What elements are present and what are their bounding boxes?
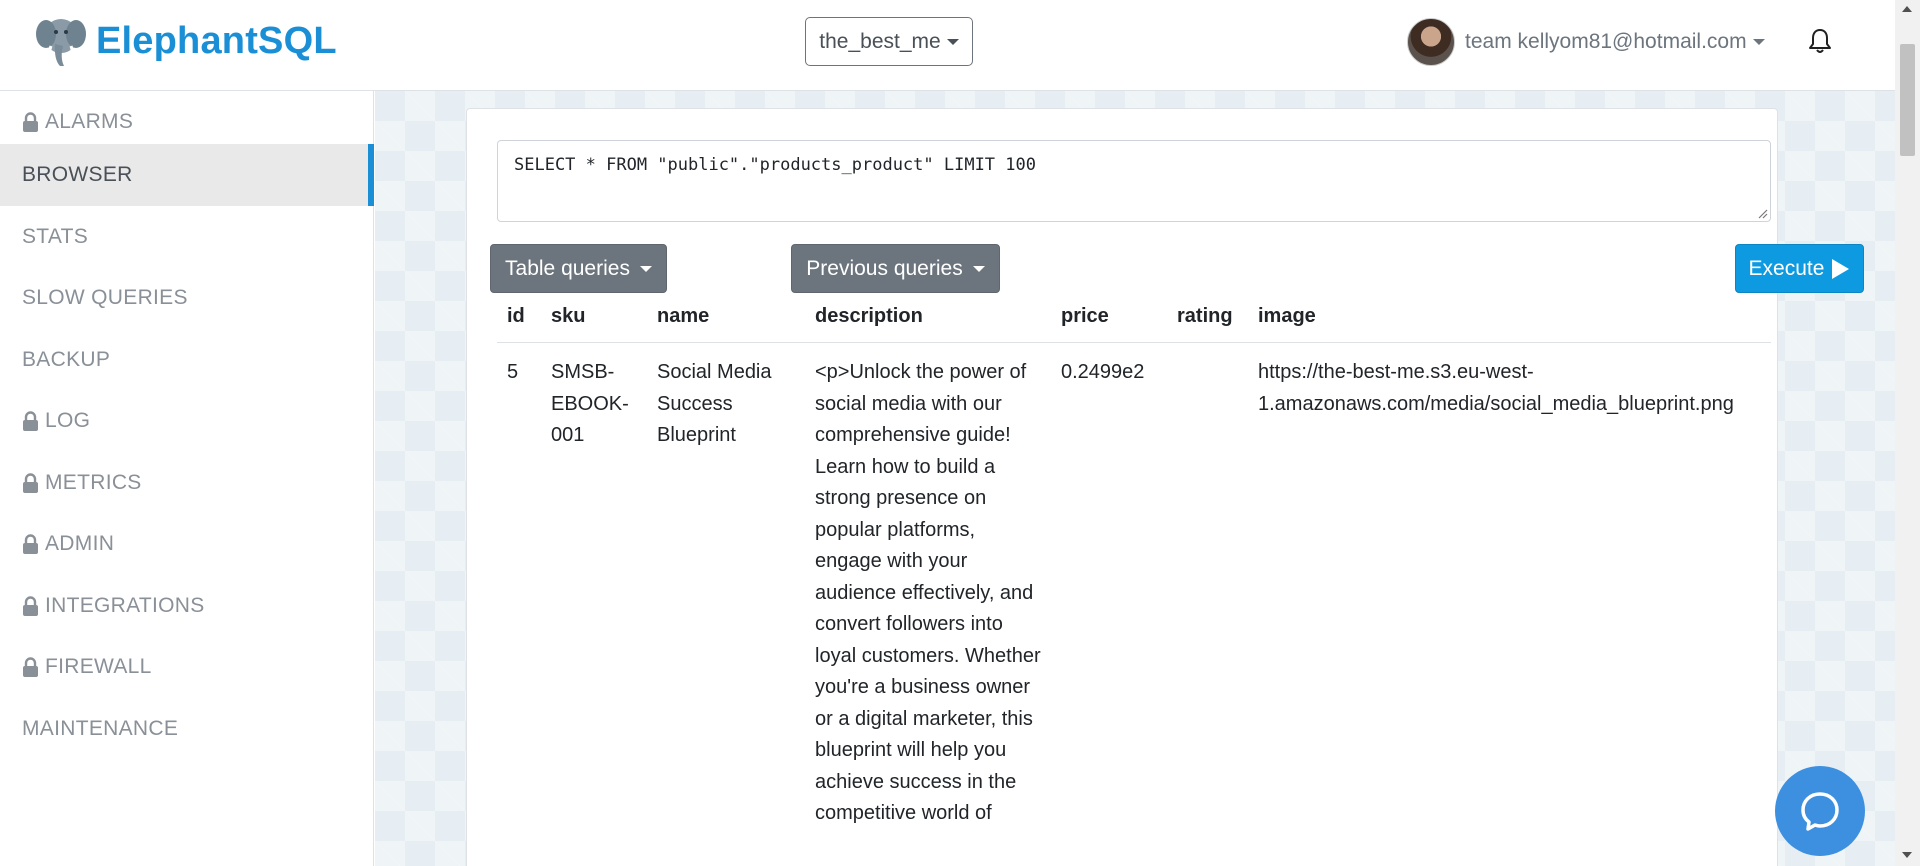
chat-button[interactable] [1775,766,1865,856]
query-card: SELECT * FROM "public"."products_product… [466,108,1864,866]
user-label: team kellyom81@hotmail.com [1465,30,1747,53]
results-table: id sku name description price rating ima… [497,291,1771,844]
column-header-sku[interactable]: sku [541,291,647,343]
sidebar-item-stats[interactable]: STATS [0,206,374,268]
column-header-image[interactable]: image [1248,291,1771,343]
scroll-thumb[interactable] [1900,44,1915,156]
lock-icon [23,595,38,616]
sidebar-item-metrics[interactable]: METRICS [0,452,374,514]
sidebar-item-label: ALARMS [45,110,134,133]
top-header: ElephantSQL the_best_me team kellyom81@h… [0,0,1895,91]
table-row: 5 SMSB-EBOOK-001 Social Media Success Bl… [497,343,1771,844]
sidebar-item-firewall[interactable]: FIREWALL [0,636,374,698]
lock-icon [23,656,38,677]
sidebar-item-admin[interactable]: ADMIN [0,513,374,575]
sidebar-item-integrations[interactable]: INTEGRATIONS [0,575,374,637]
chat-icon [1801,792,1839,831]
scroll-up-icon[interactable] [1902,6,1912,12]
execute-label: Execute [1748,256,1825,280]
previous-queries-button[interactable]: Previous queries [791,244,1000,293]
sidebar-item-label: BACKUP [22,348,111,371]
cell-name: Social Media Success Blueprint [657,361,772,446]
page-scrollbar[interactable] [1895,0,1920,866]
main-content: SELECT * FROM "public"."products_product… [375,91,1895,866]
sidebar-item-label: SLOW QUERIES [22,286,188,309]
sql-query-input[interactable]: SELECT * FROM "public"."products_product… [497,140,1771,222]
sidebar: ALARMS BROWSER STATS SLOW QUERIES BACKUP… [0,91,374,866]
sidebar-item-maintenance[interactable]: MAINTENANCE [0,698,374,760]
avatar [1407,18,1455,66]
sidebar-item-label: BROWSER [22,163,133,186]
play-icon [1832,258,1850,279]
sql-query-text: SELECT * FROM "public"."products_product… [514,155,1036,175]
chevron-down-icon [1752,39,1765,45]
table-queries-label: Table queries [505,256,630,280]
chevron-down-icon [639,265,652,272]
sidebar-item-slow-queries[interactable]: SLOW QUERIES [0,267,374,329]
user-menu[interactable]: team kellyom81@hotmail.com [1407,18,1765,66]
cell-sku: SMSB-EBOOK-001 [551,361,629,446]
instance-name: the_best_me [819,29,941,53]
cell-description: <p>Unlock the power of social media with… [815,361,1041,824]
sidebar-item-label: STATS [22,225,89,248]
cell-image: https://the-best-me.s3.eu-west-1.amazona… [1258,361,1734,415]
lock-icon [23,472,38,493]
column-header-description[interactable]: description [805,291,1051,343]
sidebar-item-label: FIREWALL [45,655,152,678]
column-header-name[interactable]: name [647,291,805,343]
brand-name: ElephantSQL [96,19,337,62]
cell-rating [1167,343,1248,844]
cell-price: 0.2499e2 [1061,361,1145,383]
sidebar-item-label: MAINTENANCE [22,717,179,740]
table-queries-button[interactable]: Table queries [490,244,667,293]
lock-icon [23,111,38,132]
previous-queries-label: Previous queries [806,256,963,280]
sidebar-item-browser[interactable]: BROWSER [0,144,374,206]
cell-id: 5 [507,361,519,383]
column-header-price[interactable]: price [1051,291,1167,343]
bell-icon[interactable] [1808,28,1832,54]
instance-selector[interactable]: the_best_me [805,17,973,66]
elephant-icon [36,19,86,66]
lock-icon [23,533,38,554]
brand-logo[interactable]: ElephantSQL [34,14,337,68]
column-header-rating[interactable]: rating [1167,291,1248,343]
sidebar-item-label: INTEGRATIONS [45,594,205,617]
sidebar-item-label: ADMIN [45,532,115,555]
table-header-row: id sku name description price rating ima… [497,291,1771,343]
resize-handle-icon[interactable] [1756,207,1768,219]
execute-button[interactable]: Execute [1735,244,1864,293]
scroll-down-icon[interactable] [1902,852,1912,858]
column-header-id[interactable]: id [497,291,541,343]
chevron-down-icon [946,38,959,45]
sidebar-item-backup[interactable]: BACKUP [0,329,374,391]
chevron-down-icon [972,265,985,272]
sidebar-item-log[interactable]: LOG [0,390,374,452]
sidebar-item-label: METRICS [45,471,142,494]
sidebar-item-label: LOG [45,409,91,432]
lock-icon [23,410,38,431]
